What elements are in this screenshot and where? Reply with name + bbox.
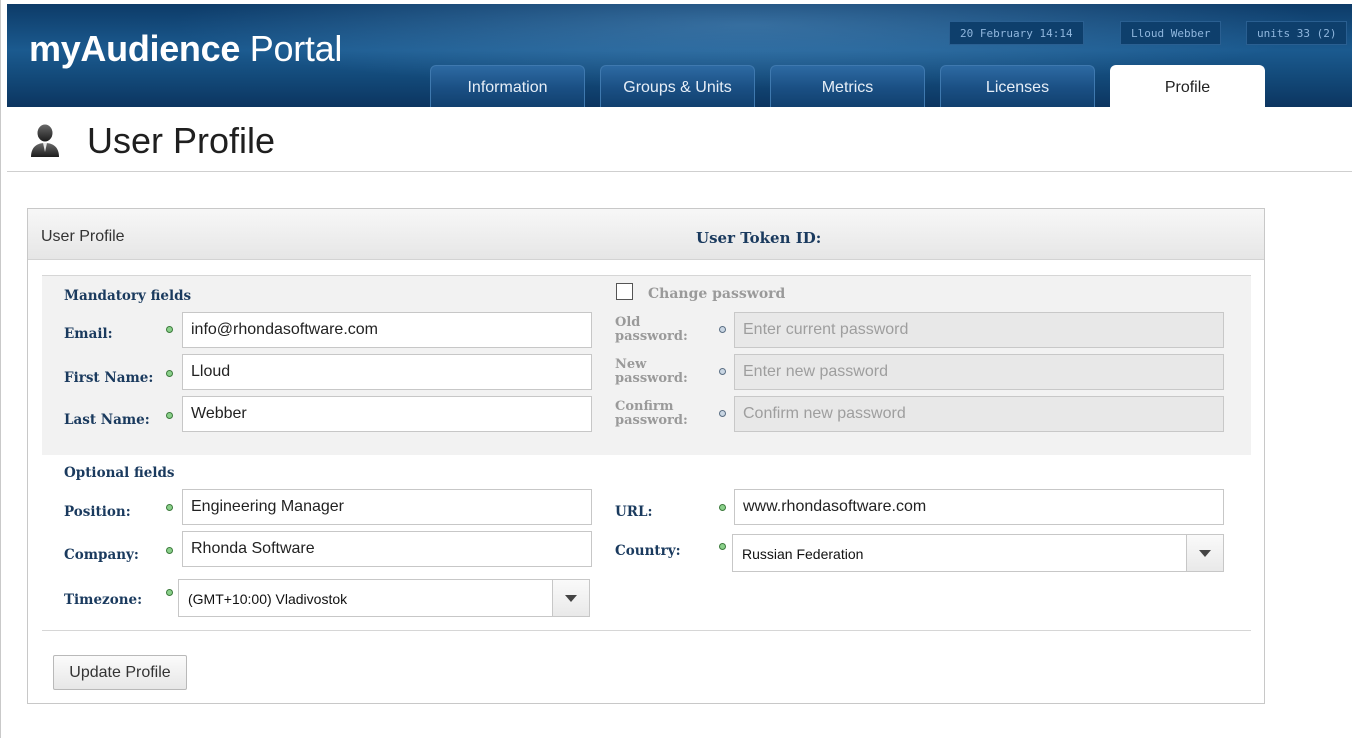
country-label: Country: bbox=[615, 543, 681, 559]
mandatory-heading: Mandatory fields bbox=[64, 288, 192, 304]
header-units-badge[interactable]: units 33 (2) bbox=[1246, 21, 1348, 45]
confirm-password-label-line1: Confirm bbox=[615, 399, 674, 414]
timezone-label: Timezone: bbox=[64, 592, 143, 608]
confirm-password-label: Confirm password: bbox=[615, 400, 688, 428]
tab-metrics[interactable]: Metrics bbox=[770, 65, 925, 107]
status-dot-icon bbox=[719, 543, 726, 550]
app-logo[interactable]: myAudience Portal bbox=[29, 28, 342, 70]
status-dot-icon bbox=[166, 547, 173, 554]
old-password-label-line2: password: bbox=[615, 329, 688, 344]
country-selected-value: Russian Federation bbox=[742, 546, 864, 562]
user-silhouette-icon bbox=[31, 124, 59, 157]
header-bar: myAudience Portal 20 February 14:14 Llou… bbox=[7, 4, 1352, 107]
confirm-password-field[interactable]: Confirm new password bbox=[734, 396, 1224, 432]
confirm-password-label-line2: password: bbox=[615, 413, 688, 428]
new-password-field[interactable]: Enter new password bbox=[734, 354, 1224, 390]
last-name-label: Last Name: bbox=[64, 412, 150, 428]
user-token-label: User Token ID: bbox=[696, 229, 822, 247]
tab-information[interactable]: Information bbox=[430, 65, 585, 107]
chevron-down-icon bbox=[1199, 550, 1211, 557]
tab-profile[interactable]: Profile bbox=[1110, 65, 1265, 107]
country-select[interactable]: Russian Federation bbox=[732, 534, 1224, 572]
logo-bold-text: myAudience bbox=[29, 28, 241, 69]
first-name-label: First Name: bbox=[64, 370, 154, 386]
url-field[interactable]: www.rhondasoftware.com bbox=[734, 489, 1224, 525]
position-label: Position: bbox=[64, 504, 131, 520]
panel-title: User Profile bbox=[41, 228, 125, 245]
old-password-label: Old password: bbox=[615, 316, 688, 344]
timezone-selected-value: (GMT+10:00) Vladivostok bbox=[188, 591, 348, 607]
email-label: Email: bbox=[64, 326, 113, 342]
page-title-row: User Profile bbox=[7, 107, 1352, 172]
status-dot-icon bbox=[166, 370, 173, 377]
form-divider bbox=[42, 630, 1251, 631]
company-label: Company: bbox=[64, 547, 139, 563]
change-password-checkbox[interactable] bbox=[616, 283, 633, 300]
status-dot-icon bbox=[719, 504, 726, 511]
logo-light-text: Portal bbox=[249, 28, 343, 69]
page-title: User Profile bbox=[87, 120, 276, 161]
timezone-dropdown-button[interactable] bbox=[552, 580, 589, 616]
timezone-select[interactable]: (GMT+10:00) Vladivostok bbox=[178, 579, 590, 617]
status-dot-icon bbox=[166, 504, 173, 511]
update-profile-button[interactable]: Update Profile bbox=[53, 655, 187, 690]
old-password-field[interactable]: Enter current password bbox=[734, 312, 1224, 348]
new-password-label-line2: password: bbox=[615, 371, 688, 386]
status-dot-icon bbox=[719, 368, 726, 375]
status-dot-icon bbox=[166, 412, 173, 419]
new-password-label: New password: bbox=[615, 358, 688, 386]
chevron-down-icon bbox=[565, 595, 577, 602]
position-field[interactable]: Engineering Manager bbox=[182, 489, 592, 525]
change-password-label[interactable]: Change password bbox=[648, 286, 785, 302]
country-dropdown-button[interactable] bbox=[1186, 535, 1223, 571]
status-dot-icon bbox=[719, 326, 726, 333]
panel-header: User Profile User Token ID: bbox=[28, 209, 1264, 260]
status-dot-icon bbox=[166, 589, 173, 596]
url-label: URL: bbox=[615, 504, 653, 520]
first-name-field[interactable]: Lloud bbox=[182, 354, 592, 390]
header-date-badge: 20 February 14:14 bbox=[949, 21, 1084, 45]
tab-groups-units[interactable]: Groups & Units bbox=[600, 65, 755, 107]
tab-licenses[interactable]: Licenses bbox=[940, 65, 1095, 107]
header-user-badge[interactable]: Lloud Webber bbox=[1120, 21, 1222, 45]
status-dot-icon bbox=[719, 410, 726, 417]
user-profile-panel: User Profile User Token ID: Mandatory fi… bbox=[27, 208, 1265, 704]
optional-heading: Optional fields bbox=[64, 465, 175, 481]
new-password-label-line1: New bbox=[615, 357, 647, 372]
last-name-field[interactable]: Webber bbox=[182, 396, 592, 432]
status-dot-icon bbox=[166, 326, 173, 333]
old-password-label-line1: Old bbox=[615, 315, 641, 330]
email-field[interactable]: info@rhondasoftware.com bbox=[182, 312, 592, 348]
company-field[interactable]: Rhonda Software bbox=[182, 531, 592, 567]
app-window: myAudience Portal 20 February 14:14 Llou… bbox=[0, 0, 1352, 738]
